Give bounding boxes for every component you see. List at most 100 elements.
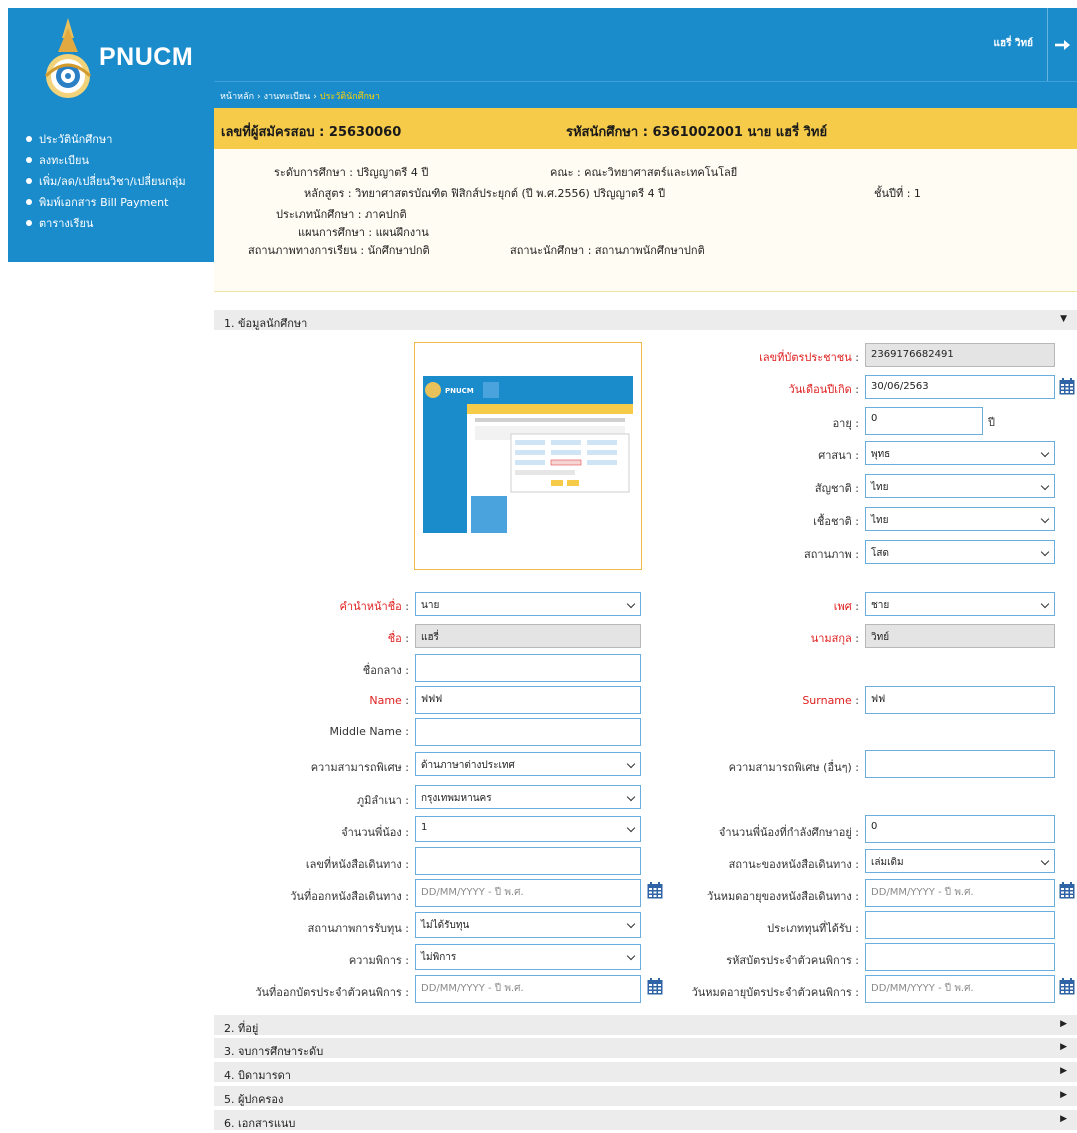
university-seal-icon — [44, 18, 92, 98]
bullet-icon — [26, 219, 32, 226]
prefix-select[interactable]: นาย — [415, 592, 641, 616]
section-student-info-header[interactable]: 1. ข้อมูลนักศึกษา ▼ — [214, 310, 1077, 330]
disability-select[interactable]: ไม่พิการ — [415, 944, 641, 970]
breadcrumb: หน้าหลัก › งานทะเบียน › ประวัตินักศึกษา — [214, 81, 1077, 108]
birthdate-field[interactable]: 30/06/2563 — [865, 375, 1055, 399]
scholarship-status-select[interactable]: ไม่ได้รับทุน — [415, 912, 641, 938]
middle-name-en-field[interactable] — [415, 718, 641, 746]
hometown-select[interactable]: กรุงเทพมหานคร — [415, 785, 641, 809]
section-label: 2. ที่อยู่ — [224, 1022, 259, 1035]
section-label: 4. บิดามารดา — [224, 1069, 291, 1082]
student-type: ประเภทนักศึกษา : ภาคปกติ — [276, 208, 407, 221]
triangle-right-icon: ▶ — [1060, 1042, 1067, 1052]
calendar-icon[interactable] — [1059, 378, 1075, 395]
race-label: เชื้อชาติ : — [813, 515, 859, 528]
age-label: อายุ : — [832, 417, 859, 430]
sidebar-item-student-profile[interactable]: ประวัตินักศึกษา — [8, 128, 214, 149]
siblings-studying-field[interactable]: 0 — [865, 815, 1055, 843]
study-status: สถานภาพทางการเรียน : นักศึกษาปกติ — [248, 244, 430, 257]
siblings-label: จำนวนพี่น้อง : — [341, 826, 409, 839]
triangle-down-icon: ▼ — [1060, 314, 1067, 324]
calendar-icon[interactable] — [1059, 978, 1075, 995]
user-name[interactable]: แฮรี่ วิทย์ — [994, 36, 1033, 51]
breadcrumb-home[interactable]: หน้าหลัก — [220, 92, 254, 102]
talent-other-field[interactable] — [865, 750, 1055, 778]
breadcrumb-separator: › — [313, 92, 317, 102]
talent-select[interactable]: ด้านภาษาต่างประเทศ — [415, 752, 641, 776]
passport-no-field[interactable] — [415, 847, 641, 875]
sidebar-item-label: ลงทะเบียน — [39, 153, 89, 167]
passport-expiry-label: วันหมดอายุของหนังสือเดินทาง : — [707, 890, 859, 903]
race-select[interactable]: ไทย — [865, 507, 1055, 531]
gender-select[interactable]: ชาย — [865, 592, 1055, 616]
first-name-field[interactable]: แฮรี่ — [415, 624, 641, 648]
scholarship-status-label: สถานภาพการรับทุน : — [307, 922, 409, 935]
nationality-label: สัญชาติ : — [814, 482, 859, 495]
name-en-field[interactable]: ฟฟฟ — [415, 686, 641, 714]
logo-panel: PNUCM — [8, 8, 214, 108]
religion-select[interactable]: พุทธ — [865, 441, 1055, 465]
faculty: คณะ : คณะวิทยาศาสตร์และเทคโนโลยี — [550, 166, 738, 179]
photo-caption: PNUCM — [445, 387, 474, 395]
talent-label: ความสามารถพิเศษ : — [310, 761, 409, 774]
section-attachments-header[interactable]: 6. เอกสารแนบ ▶ — [214, 1110, 1077, 1130]
surname-en-label: Surname : — [802, 694, 859, 707]
age-unit: ปี — [988, 416, 995, 429]
disability-label: ความพิการ : — [348, 954, 409, 967]
passport-expiry-date-field[interactable]: DD/MM/YYYY - ปี พ.ศ. — [865, 879, 1055, 907]
section-parents-header[interactable]: 4. บิดามารดา ▶ — [214, 1062, 1077, 1082]
disability-expiry-date-field[interactable]: DD/MM/YYYY - ปี พ.ศ. — [865, 975, 1055, 1003]
scholarship-type-field[interactable] — [865, 911, 1055, 939]
logout-button[interactable] — [1048, 8, 1077, 81]
breadcrumb-registration[interactable]: งานทะเบียน — [264, 92, 311, 102]
passport-issue-date-field[interactable]: DD/MM/YYYY - ปี พ.ศ. — [415, 879, 641, 907]
section-label: 6. เอกสารแนบ — [224, 1117, 296, 1130]
last-name-label: นามสกุล : — [810, 632, 859, 645]
section-guardian-header[interactable]: 5. ผู้ปกครอง ▶ — [214, 1086, 1077, 1106]
sidebar-item-bill-payment[interactable]: พิมพ์เอกสาร Bill Payment — [8, 191, 214, 212]
bullet-icon — [26, 198, 32, 205]
sidebar-item-add-drop[interactable]: เพิ่ม/ลด/เปลี่ยนวิชา/เปลี่ยนกลุ่ม — [8, 170, 214, 191]
marital-status-select[interactable]: โสด — [865, 540, 1055, 564]
nationality-select[interactable]: ไทย — [865, 474, 1055, 498]
passport-issue-label: วันที่ออกหนังสือเดินทาง : — [290, 890, 409, 903]
disability-card-field[interactable] — [865, 943, 1055, 971]
curriculum: หลักสูตร : วิทยาศาสตรบัณฑิต ฟิสิกส์ประยุ… — [304, 187, 666, 200]
calendar-icon[interactable] — [1059, 882, 1075, 899]
passport-status-select[interactable]: เล่มเดิม — [865, 849, 1055, 873]
triangle-right-icon: ▶ — [1060, 1066, 1067, 1076]
study-plan: แผนการศึกษา : แผนฝึกงาน — [298, 226, 429, 239]
sidebar-item-label: พิมพ์เอกสาร Bill Payment — [39, 195, 169, 209]
passport-status-label: สถานะของหนังสือเดินทาง : — [728, 858, 859, 871]
talent-other-label: ความสามารถพิเศษ (อื่นๆ) : — [728, 761, 859, 774]
breadcrumb-separator: › — [257, 92, 261, 102]
student-photo[interactable]: PNUCM — [414, 342, 642, 570]
bullet-icon — [26, 156, 32, 163]
arrow-right-icon — [1054, 39, 1070, 50]
siblings-select[interactable]: 1 — [415, 816, 641, 842]
disability-issue-date-field[interactable]: DD/MM/YYYY - ปี พ.ศ. — [415, 975, 641, 1003]
siblings-studying-label: จำนวนพี่น้องที่กำลังศึกษาอยู่ : — [718, 826, 859, 839]
age-field[interactable]: 0 — [865, 407, 983, 435]
id-card-field[interactable]: 2369176682491 — [865, 343, 1055, 367]
last-name-field[interactable]: วิทย์ — [865, 624, 1055, 648]
student-info-panel: ระดับการศึกษา : ปริญญาตรี 4 ปี คณะ : คณะ… — [214, 149, 1077, 292]
surname-en-field[interactable]: ฟฟ — [865, 686, 1055, 714]
section-education-header[interactable]: 3. จบการศึกษาระดับ ▶ — [214, 1038, 1077, 1058]
bullet-icon — [26, 177, 32, 184]
section-address-header[interactable]: 2. ที่อยู่ ▶ — [214, 1015, 1077, 1035]
middle-name-th-field[interactable] — [415, 654, 641, 682]
triangle-right-icon: ▶ — [1060, 1019, 1067, 1029]
sidebar: ประวัตินักศึกษา ลงทะเบียน เพิ่ม/ลด/เปลี่… — [8, 108, 214, 262]
sidebar-item-timetable[interactable]: ตารางเรียน — [8, 212, 214, 233]
hometown-label: ภูมิลำเนา : — [356, 794, 409, 807]
section-label: 5. ผู้ปกครอง — [224, 1093, 284, 1106]
section-label: 1. ข้อมูลนักศึกษา — [224, 317, 308, 330]
triangle-right-icon: ▶ — [1060, 1090, 1067, 1100]
sidebar-item-label: ประวัตินักศึกษา — [39, 132, 113, 146]
gender-label: เพศ : — [833, 600, 859, 613]
applicant-number: เลขที่ผู้สมัครสอบ : 25630060 — [221, 125, 402, 140]
education-level: ระดับการศึกษา : ปริญญาตรี 4 ปี — [274, 166, 429, 179]
name-en-label: Name : — [369, 694, 409, 707]
sidebar-item-register[interactable]: ลงทะเบียน — [8, 149, 214, 170]
